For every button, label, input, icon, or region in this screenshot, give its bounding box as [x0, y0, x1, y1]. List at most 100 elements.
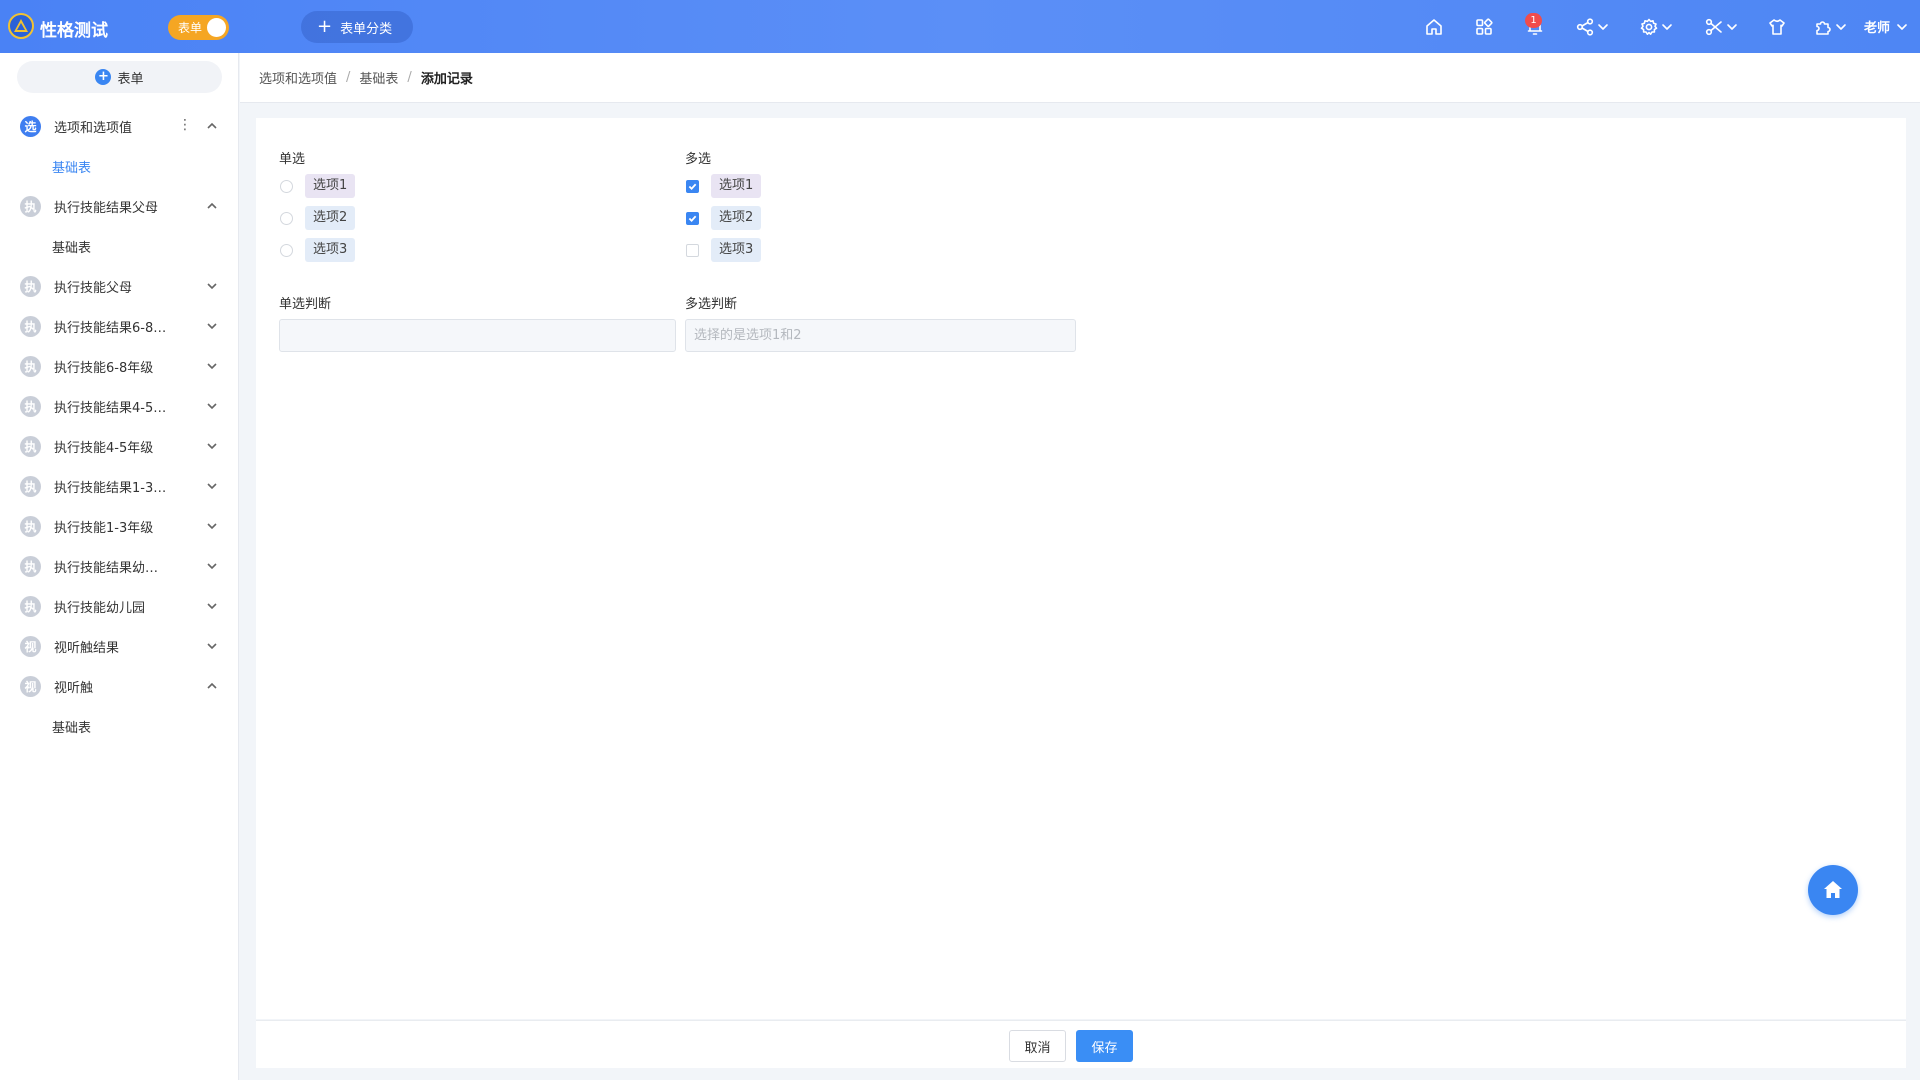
- single-judge-field[interactable]: [279, 319, 676, 352]
- checkbox-checked[interactable]: [686, 179, 699, 193]
- option-tag[interactable]: 选项2: [711, 206, 762, 230]
- sidebar-item-label: 执行技能结果幼…: [54, 560, 159, 576]
- share-icon: [1576, 17, 1594, 36]
- add-form-button[interactable]: + 表单: [17, 61, 222, 93]
- sidebar-item-label: 执行技能4-5年级: [54, 440, 154, 456]
- item-avatar: 执: [20, 555, 41, 577]
- toggle-knob: [207, 18, 226, 37]
- chevron-up-icon[interactable]: [205, 199, 219, 213]
- sidebar-item[interactable]: 执执行技能结果父母: [0, 186, 239, 226]
- gear-icon: [1640, 18, 1658, 35]
- save-button[interactable]: 保存: [1076, 1030, 1133, 1062]
- item-avatar: 执: [20, 275, 41, 297]
- sidebar-item-label: 执行技能1-3年级: [54, 520, 154, 536]
- user-menu[interactable]: 老师: [1860, 0, 1920, 53]
- chevron-down-icon[interactable]: [205, 479, 219, 493]
- tools-menu[interactable]: [1688, 0, 1754, 53]
- sidebar-subitem[interactable]: 基础表: [0, 146, 239, 186]
- item-avatar: 执: [20, 475, 41, 497]
- multi-judge-label: 多选判断: [685, 297, 738, 312]
- sidebar-item[interactable]: 执执行技能4-5年级: [0, 426, 239, 466]
- multi-option-row[interactable]: 选项3: [686, 238, 762, 262]
- sidebar-item[interactable]: 执执行技能结果6-8…: [0, 306, 239, 346]
- sidebar-item[interactable]: 视视听触: [0, 666, 239, 706]
- sidebar-item[interactable]: 选选项和选项值 ⋮: [0, 106, 239, 146]
- breadcrumb-item-category[interactable]: 选项和选项值: [259, 68, 337, 87]
- multi-judge-field[interactable]: 选择的是选项1和2: [685, 319, 1076, 352]
- plugins-menu[interactable]: [1800, 0, 1860, 53]
- sidebar-item[interactable]: 执执行技能1-3年级: [0, 506, 239, 546]
- single-option-row[interactable]: 选项1: [280, 174, 356, 198]
- chevron-down-icon[interactable]: [205, 359, 219, 373]
- option-tag[interactable]: 选项2: [305, 206, 356, 230]
- chevron-down-icon: [1598, 23, 1608, 30]
- sidebar-item-label: 选项和选项值: [54, 120, 133, 136]
- multi-option-row[interactable]: 选项1: [686, 174, 762, 198]
- form-footer: 取消 保存: [256, 1020, 1906, 1068]
- item-avatar: 执: [20, 355, 41, 377]
- item-avatar: 执: [20, 435, 41, 457]
- item-avatar: 视: [20, 635, 41, 657]
- notification-badge: 1: [1525, 13, 1542, 28]
- sidebar-item[interactable]: 执执行技能6-8年级: [0, 346, 239, 386]
- breadcrumb: 选项和选项值 / 基础表 / 添加记录: [240, 53, 1920, 103]
- option-tag[interactable]: 选项1: [711, 174, 762, 198]
- home-icon: [1425, 18, 1442, 35]
- sidebar-item[interactable]: 视视听触结果: [0, 626, 239, 666]
- checkbox-checked[interactable]: [686, 211, 699, 225]
- chevron-down-icon[interactable]: [205, 399, 219, 413]
- sidebar-item-label: 执行技能6-8年级: [54, 360, 154, 376]
- radio-button[interactable]: [280, 211, 293, 225]
- theme-button[interactable]: [1754, 0, 1800, 53]
- add-form-category-button[interactable]: + 表单分类: [301, 11, 413, 43]
- multi-option-row[interactable]: 选项2: [686, 206, 762, 230]
- home-button[interactable]: [1409, 0, 1458, 53]
- radio-button[interactable]: [280, 243, 293, 257]
- shirt-icon: [1769, 18, 1785, 35]
- sidebar-subitem[interactable]: 基础表: [0, 706, 239, 746]
- option-tag[interactable]: 选项1: [305, 174, 356, 198]
- chevron-down-icon[interactable]: [205, 519, 219, 533]
- item-avatar: 执: [20, 395, 41, 417]
- chevron-down-icon[interactable]: [205, 599, 219, 613]
- sidebar-item[interactable]: 执执行技能结果1-3…: [0, 466, 239, 506]
- chevron-up-icon[interactable]: [205, 119, 219, 133]
- chevron-down-icon: [1727, 23, 1737, 30]
- chevron-down-icon[interactable]: [205, 439, 219, 453]
- breadcrumb-item-current: 添加记录: [420, 72, 473, 87]
- floating-home-button[interactable]: [1808, 865, 1858, 915]
- radio-button[interactable]: [280, 179, 293, 193]
- cancel-button[interactable]: 取消: [1009, 1030, 1066, 1062]
- option-tag[interactable]: 选项3: [711, 238, 762, 262]
- single-option-row[interactable]: 选项3: [280, 238, 356, 262]
- sidebar-subitem[interactable]: 基础表: [0, 226, 239, 266]
- chevron-down-icon: [1897, 23, 1907, 30]
- option-tag[interactable]: 选项3: [305, 238, 356, 262]
- puzzle-icon: [1816, 20, 1831, 35]
- check-icon: [688, 215, 697, 222]
- sidebar-item[interactable]: 执执行技能结果幼…: [0, 546, 239, 586]
- chevron-up-icon[interactable]: [205, 679, 219, 693]
- settings-menu[interactable]: [1624, 0, 1688, 53]
- more-vertical-icon[interactable]: ⋮: [178, 118, 192, 132]
- notifications-button[interactable]: 1: [1510, 0, 1560, 53]
- app-logo: [8, 13, 34, 39]
- sidebar-item[interactable]: 执执行技能父母: [0, 266, 239, 306]
- single-option-row[interactable]: 选项2: [280, 206, 356, 230]
- chevron-down-icon[interactable]: [205, 639, 219, 653]
- checkbox[interactable]: [686, 243, 699, 257]
- chevron-down-icon: [1662, 23, 1672, 30]
- breadcrumb-separator: /: [346, 70, 351, 85]
- chevron-down-icon[interactable]: [205, 319, 219, 333]
- share-menu[interactable]: [1560, 0, 1624, 53]
- breadcrumb-item-table[interactable]: 基础表: [359, 68, 398, 87]
- sidebar-item[interactable]: 执执行技能结果4-5…: [0, 386, 239, 426]
- chevron-down-icon[interactable]: [205, 559, 219, 573]
- multi-choice-label: 多选: [685, 152, 712, 167]
- form-mode-toggle[interactable]: 表单: [168, 15, 229, 40]
- apps-button[interactable]: [1458, 0, 1510, 53]
- sidebar-item[interactable]: 执执行技能幼儿园: [0, 586, 239, 626]
- chevron-down-icon[interactable]: [205, 279, 219, 293]
- plus-icon: +: [317, 16, 333, 37]
- toggle-label: 表单: [178, 21, 203, 35]
